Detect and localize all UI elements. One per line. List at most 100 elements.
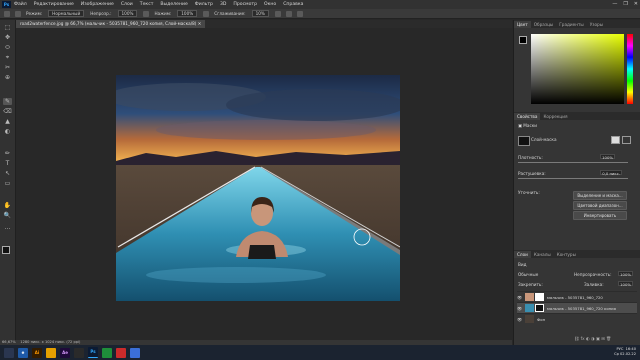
layers-footer-icons[interactable]: ⛓ fx ◐ ◑ ▣ ⊞ 🗑 (574, 336, 611, 342)
close-icon[interactable]: ✕ (634, 1, 638, 7)
app-icon[interactable] (74, 347, 84, 358)
angle-icon[interactable] (285, 10, 292, 17)
tab-properties[interactable]: Свойства (514, 113, 541, 120)
mode-select[interactable]: Нормальный (48, 10, 85, 17)
vector-mask-icon[interactable] (622, 136, 631, 144)
layer-opacity-input[interactable]: 100% (618, 271, 633, 277)
rectangle-tool-icon[interactable]: ▭ (3, 180, 12, 187)
app-icon[interactable] (102, 347, 112, 358)
menu-item-filter[interactable]: Фильтр (195, 2, 213, 7)
opacity-input[interactable]: 100% (117, 10, 138, 17)
start-icon[interactable] (4, 347, 14, 358)
crop-tool-icon[interactable]: ✂ (3, 64, 12, 71)
zoom-level[interactable]: 66,67% (2, 340, 16, 344)
flow-input[interactable]: 100% (177, 10, 198, 17)
browser-icon[interactable]: e (18, 347, 28, 358)
folder-icon[interactable] (46, 347, 56, 358)
brush-tool-icon[interactable]: ✎ (3, 98, 12, 105)
document-canvas[interactable] (116, 75, 400, 301)
minimize-icon[interactable]: — (612, 1, 617, 7)
smoothing-options-icon[interactable] (274, 10, 281, 17)
after-effects-icon[interactable]: Ae (60, 347, 70, 358)
tab-layers[interactable]: Слои (514, 251, 531, 258)
fill-input[interactable]: 100% (618, 281, 633, 287)
tab-color[interactable]: Цвет (514, 21, 531, 28)
tab-swatches[interactable]: Образцы (531, 21, 557, 28)
brush-preset-icon[interactable] (4, 10, 10, 17)
visibility-eye-icon[interactable]: 👁 (517, 295, 522, 300)
feather-slider[interactable] (518, 178, 628, 179)
pixel-mask-icon[interactable] (611, 136, 620, 144)
tab-gradients[interactable]: Градиенты (556, 21, 586, 28)
layer-row-selected[interactable]: 👁 мальчик - 5035781_960_720 копия (517, 302, 637, 313)
color-swatch-fg[interactable] (519, 36, 527, 44)
menu-item-layers[interactable]: Слои (121, 2, 133, 7)
path-select-tool-icon[interactable]: ↖ (3, 170, 12, 177)
menu-item-help[interactable]: Справка (283, 2, 303, 7)
app-icon[interactable] (116, 347, 126, 358)
tab-paths[interactable]: Контуры (554, 251, 579, 258)
hue-slider[interactable] (627, 34, 633, 104)
menu-item-file[interactable]: Файл (14, 2, 27, 7)
tab-patterns[interactable]: Узоры (587, 21, 606, 28)
invert-button[interactable]: Инвертировать (573, 211, 627, 220)
photoshop-taskbar-icon[interactable]: Ps (88, 347, 98, 358)
illustrator-icon[interactable]: Ai (32, 347, 42, 358)
layer-name: мальчик - 5035781_960_720 (547, 294, 603, 300)
tab-adjustments[interactable]: Коррекция (540, 113, 570, 120)
tab-channels[interactable]: Каналы (531, 251, 554, 258)
hand-tool-icon[interactable]: ✋ (3, 202, 12, 209)
color-range-button[interactable]: Цветовой диапазон... (573, 201, 627, 210)
select-and-mask-button[interactable]: Выделение и маска... (573, 191, 627, 200)
density-input[interactable]: 100% (600, 154, 615, 160)
system-tray[interactable]: РУС 16:40 Ср 02.02.22 (614, 347, 636, 357)
right-panel-dock: Цвет Образцы Градиенты Узоры Свойства Ко… (513, 20, 640, 345)
mask-thumbnail[interactable] (518, 136, 530, 146)
lasso-tool-icon[interactable]: ⬭ (3, 44, 12, 51)
layer-row[interactable]: 👁 Фон (517, 313, 637, 324)
pen-tool-icon[interactable]: ✏ (3, 150, 12, 157)
eraser-tool-icon[interactable]: ⌫ (3, 108, 12, 115)
quick-select-tool-icon[interactable]: ⌖ (3, 54, 12, 61)
eyedropper-tool-icon[interactable]: ⊕ (3, 74, 12, 81)
layer-filter-select[interactable]: Вид (518, 262, 527, 267)
menu-item-type[interactable]: Текст (140, 2, 154, 7)
symmetry-icon[interactable] (296, 10, 303, 17)
gradient-tool-icon[interactable]: ▲ (3, 118, 12, 125)
move-tool-icon[interactable]: ✥ (3, 34, 12, 41)
brush-settings-icon[interactable] (15, 10, 21, 17)
layer-row[interactable]: 👁 мальчик - 5035781_960_720 (517, 291, 637, 302)
menu-item-3d[interactable]: 3D (220, 2, 226, 7)
visibility-eye-icon[interactable]: 👁 (517, 306, 522, 311)
more-tools-icon[interactable]: … (3, 224, 12, 231)
zoom-tool-icon[interactable]: 🔍 (3, 212, 12, 219)
menu-item-view[interactable]: Просмотр (233, 2, 257, 7)
layer-mask-thumbnail[interactable] (535, 304, 544, 312)
color-picker-field[interactable] (531, 34, 624, 104)
smoothing-input[interactable]: 10% (251, 10, 269, 17)
blend-mode-select[interactable]: Обычные (518, 272, 538, 277)
type-tool-icon[interactable]: T (3, 160, 12, 167)
document-tab[interactable]: road2waterfence.jpg @ 66,7% (мальчик - 5… (16, 20, 206, 28)
app-icon[interactable] (130, 347, 140, 358)
tools-panel: ⬚ ✥ ⬭ ⌖ ✂ ⊕ ✎ ⌫ ▲ ◐ ✏ T ↖ ▭ ✋ 🔍 … (0, 20, 16, 340)
layer-mask-thumbnail[interactable] (535, 293, 544, 301)
layer-name: Фон (537, 316, 546, 322)
dodge-tool-icon[interactable]: ◐ (3, 128, 12, 135)
airbrush-icon[interactable] (203, 10, 210, 17)
density-slider[interactable] (518, 162, 628, 163)
menu-item-image[interactable]: Изображение (81, 2, 114, 7)
person-swimsuit (248, 245, 276, 259)
properties-panel-header: Свойства Коррекция (514, 112, 640, 120)
foreground-color-swatch[interactable] (2, 246, 10, 254)
layer-thumbnail (525, 304, 534, 312)
menu-item-select[interactable]: Выделение (160, 2, 187, 7)
marquee-tool-icon[interactable]: ⬚ (3, 24, 12, 31)
maximize-icon[interactable]: ❐ (623, 1, 627, 7)
feather-input[interactable]: 0,0 пикс. (600, 170, 622, 176)
menu-item-edit[interactable]: Редактирование (34, 2, 74, 7)
menu-item-window[interactable]: Окно (264, 2, 276, 7)
keyboard-language[interactable]: РУС (616, 347, 623, 351)
visibility-eye-icon[interactable]: 👁 (517, 317, 522, 322)
pressure-opacity-icon[interactable] (143, 10, 150, 17)
